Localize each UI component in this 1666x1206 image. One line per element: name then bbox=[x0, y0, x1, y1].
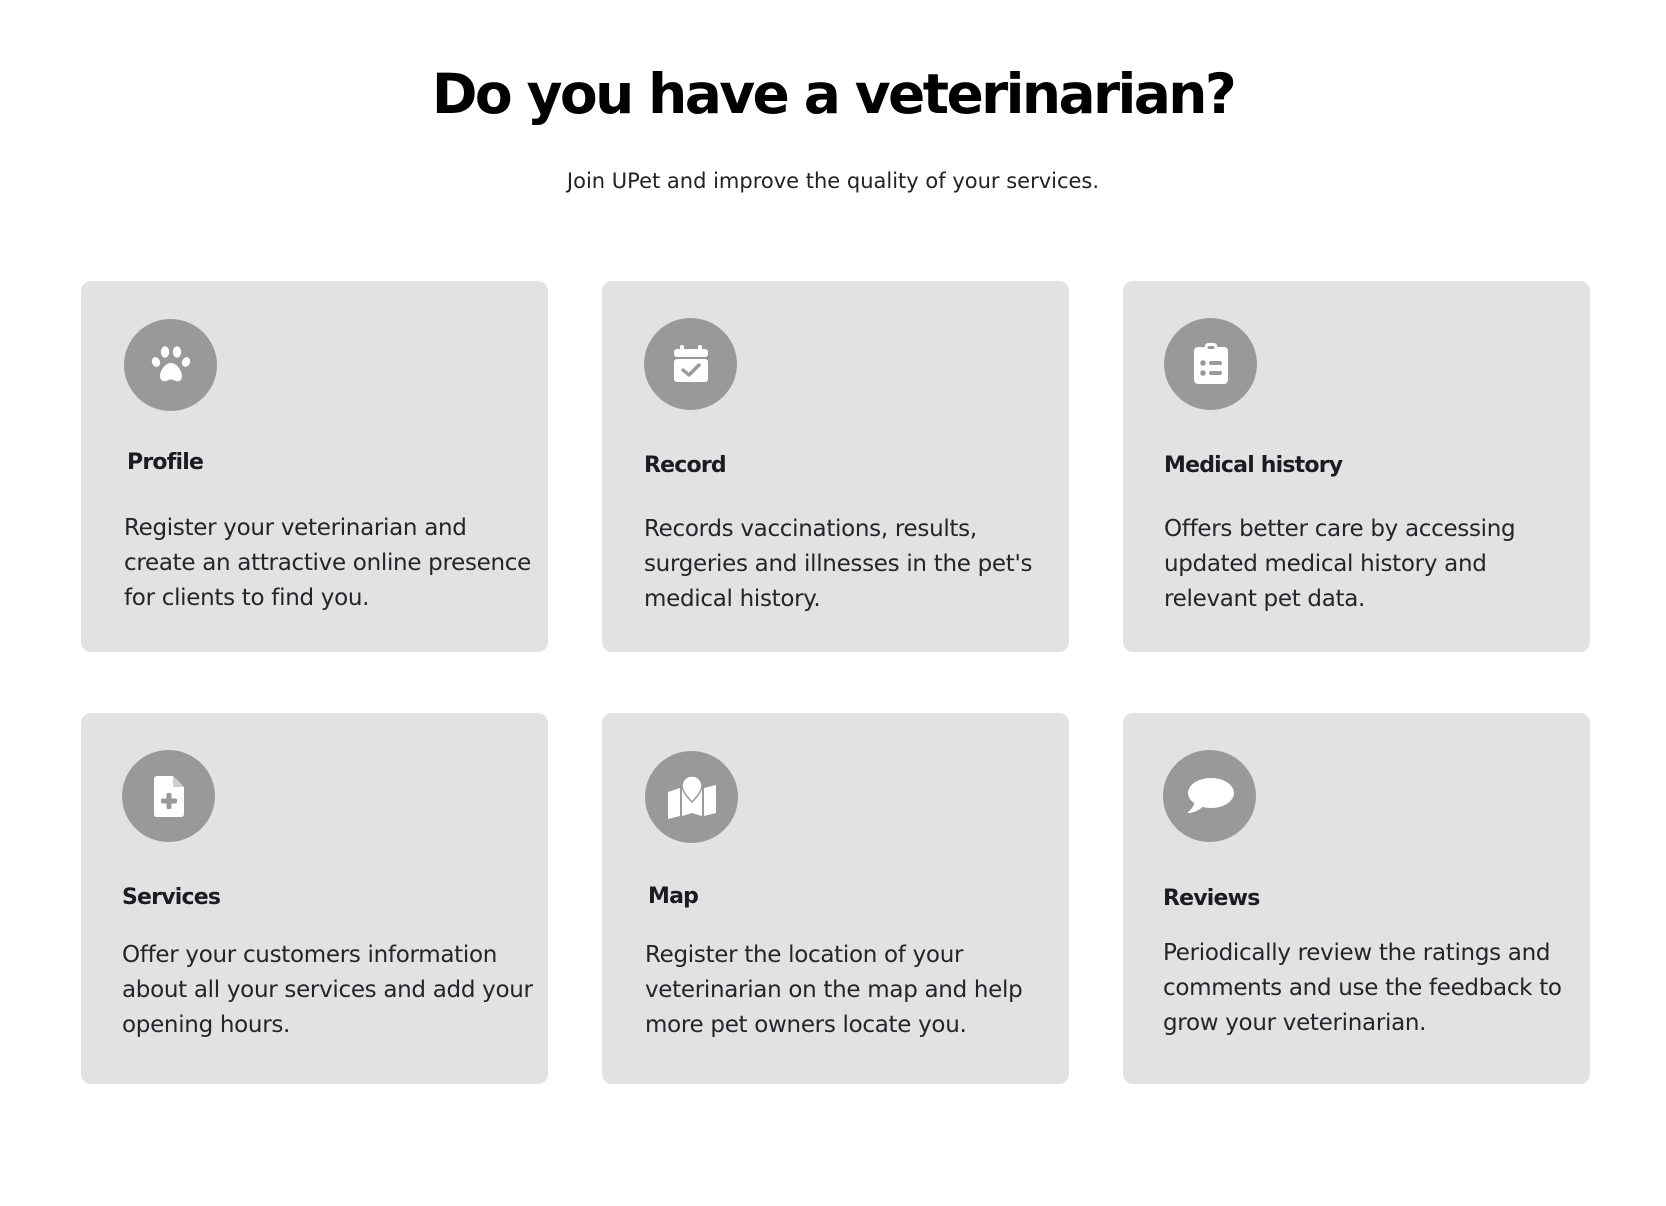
feature-card-services: Services Offer your customers informatio… bbox=[81, 713, 548, 1084]
calendar-check-icon bbox=[644, 318, 737, 410]
map-location-icon bbox=[645, 751, 738, 843]
feature-title: Profile bbox=[127, 450, 204, 475]
feature-description: Register your veterinarian and create an… bbox=[124, 515, 531, 611]
feature-card-record: Record Records vaccinations, results, su… bbox=[602, 281, 1069, 652]
feature-description: Periodically review the ratings and comm… bbox=[1163, 940, 1562, 1036]
comment-icon bbox=[1163, 750, 1256, 842]
feature-title: Record bbox=[644, 453, 727, 478]
feature-description: Records vaccinations, results, surgeries… bbox=[644, 516, 1033, 612]
page-title: Do you have a veterinarian? bbox=[431, 62, 1237, 126]
feature-title: Reviews bbox=[1163, 886, 1260, 911]
page-subtitle: Join UPet and improve the quality of you… bbox=[566, 169, 1100, 193]
feature-card-profile: Profile Register your veterinarian and c… bbox=[81, 281, 548, 652]
feature-description: Offer your customers information about a… bbox=[122, 942, 533, 1038]
feature-card-medical-history: Medical history Offers better care by ac… bbox=[1123, 281, 1590, 652]
paw-icon bbox=[124, 319, 217, 411]
feature-title: Map bbox=[648, 884, 699, 909]
feature-card-map: Map Register the location of your veteri… bbox=[602, 713, 1069, 1084]
feature-title: Medical history bbox=[1164, 453, 1343, 478]
clipboard-list-icon bbox=[1164, 318, 1257, 410]
feature-title: Services bbox=[122, 885, 221, 910]
file-medical-icon bbox=[122, 750, 215, 842]
feature-card-reviews: Reviews Periodically review the ratings … bbox=[1123, 713, 1590, 1084]
feature-description: Register the location of your veterinari… bbox=[645, 942, 1023, 1038]
feature-description: Offers better care by accessing updated … bbox=[1164, 516, 1516, 612]
